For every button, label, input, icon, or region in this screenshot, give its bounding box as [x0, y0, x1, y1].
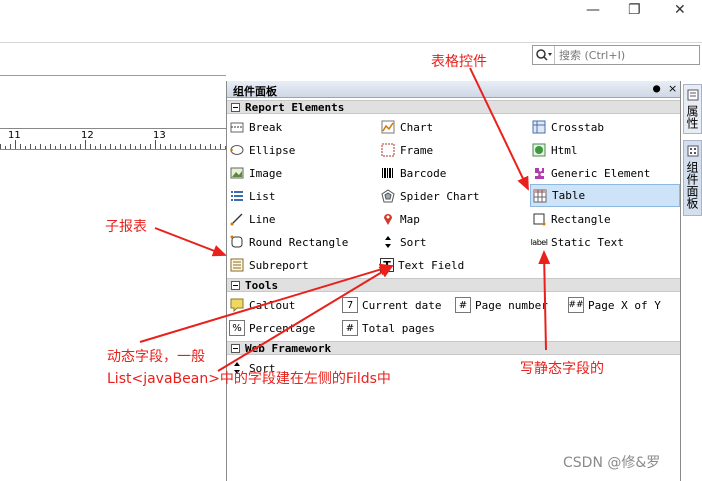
arrow-to-table — [469, 67, 529, 191]
watermark: CSDN @修&罗 — [563, 455, 661, 471]
annotation-static-field: 写静态字段的 — [520, 361, 604, 377]
arrow-to-subreport — [154, 227, 227, 257]
annotation-table-control: 表格控件 — [431, 54, 487, 70]
annotation-subreport: 子报表 — [105, 219, 147, 235]
annotation-dynamic-field-2: List<javaBean>中的字段建在左侧的Filds中 — [107, 371, 391, 387]
arrow-to-text-field-b — [217, 264, 394, 372]
arrow-to-text-field-a — [139, 263, 394, 343]
arrow-to-static-text — [538, 250, 551, 351]
annotation-dynamic-field-1: 动态字段，一般 — [107, 349, 205, 365]
annotation-arrows — [139, 67, 551, 372]
